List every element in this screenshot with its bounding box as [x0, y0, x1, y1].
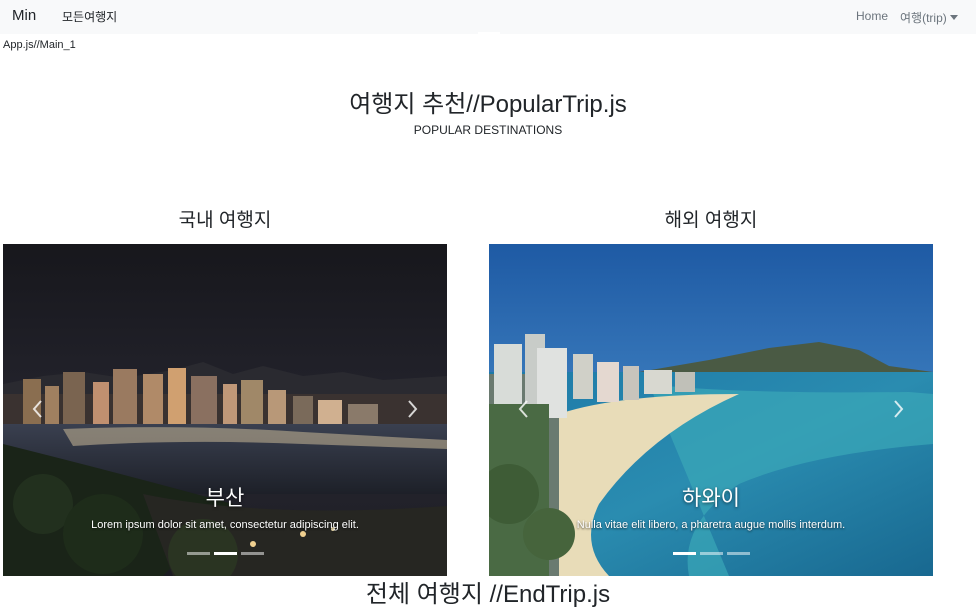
domestic-indicator-3[interactable]	[240, 552, 264, 555]
nav-link-all-trips[interactable]: 모든여행지	[62, 8, 117, 25]
nav-link-home[interactable]: Home	[856, 9, 888, 23]
route-label: App.js//Main_1	[3, 39, 76, 51]
overseas-indicators	[489, 552, 933, 555]
overseas-heading: 해외 여행지	[664, 210, 758, 231]
chevron-right-icon	[894, 400, 904, 418]
nav-dropdown-trip[interactable]: 여행(trip)	[900, 9, 958, 26]
navbar-brand[interactable]: Min	[12, 7, 36, 24]
domestic-indicator-2[interactable]	[213, 552, 237, 555]
overseas-indicator-1[interactable]	[672, 552, 696, 555]
domestic-indicators	[3, 552, 447, 555]
popular-subtitle: POPULAR DESTINATIONS	[413, 123, 563, 137]
domestic-carousel-prev[interactable]	[23, 394, 53, 424]
overseas-carousel-prev[interactable]	[509, 394, 539, 424]
overseas-indicator-3[interactable]	[726, 552, 750, 555]
popular-title: 여행지 추천//PopularTrip.js	[349, 91, 627, 118]
domestic-carousel: 부산 Lorem ipsum dolor sit amet, consectet…	[3, 244, 447, 576]
overseas-indicator-2[interactable]	[699, 552, 723, 555]
navbar: Min 모든여행지 Home 여행(trip)	[0, 0, 976, 34]
chevron-right-icon	[408, 400, 418, 418]
domestic-heading: 국내 여행지	[178, 210, 272, 231]
end-trip-title: 전체 여행지 //EndTrip.js	[365, 581, 611, 608]
domestic-indicator-1[interactable]	[186, 552, 210, 555]
caret-down-icon	[949, 15, 958, 20]
nav-active-indicator	[478, 32, 500, 34]
chevron-left-icon	[518, 400, 528, 418]
domestic-caption-text: Lorem ipsum dolor sit amet, consectetur …	[91, 519, 359, 531]
overseas-caption-text: Nulla vitae elit libero, a pharetra augu…	[576, 519, 846, 531]
domestic-caption-title: 부산	[205, 487, 245, 510]
nav-dropdown-trip-label: 여행(trip)	[900, 11, 947, 25]
chevron-left-icon	[32, 400, 42, 418]
overseas-carousel: 하와이 Nulla vitae elit libero, a pharetra …	[489, 244, 933, 576]
overseas-caption-title: 하와이	[682, 487, 740, 510]
domestic-carousel-next[interactable]	[397, 394, 427, 424]
overseas-carousel-next[interactable]	[883, 394, 913, 424]
